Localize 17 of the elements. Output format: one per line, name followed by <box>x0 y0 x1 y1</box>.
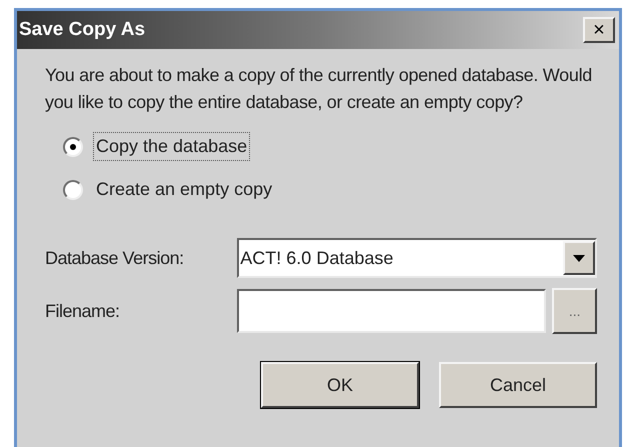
radio-label: Create an empty copy <box>95 178 274 201</box>
window-title: Save Copy As <box>19 18 146 42</box>
caret-icon <box>573 254 585 262</box>
version-dropdown[interactable]: ACT! 6.0 Database <box>237 238 597 278</box>
dialog-button[interactable]: OK <box>261 362 419 408</box>
message-text: You are about to make a copy of the currently opened database. Would you like to copy the entire database, or create an empty copy? <box>45 64 593 114</box>
close-button[interactable]: × <box>583 17 615 43</box>
filename-field[interactable] <box>236 289 546 333</box>
radio-label: Copy the database <box>93 132 250 161</box>
field-label: Filename: <box>45 300 121 322</box>
dropdown-arrow-button[interactable] <box>563 241 595 275</box>
dialog-button[interactable]: Cancel <box>439 362 597 408</box>
radio-button[interactable] <box>63 180 83 200</box>
radio-button[interactable] <box>63 136 83 156</box>
field-label: Database Version: <box>45 246 185 270</box>
dropdown-value: ACT! 6.0 Database <box>239 246 394 270</box>
browse-button[interactable]: ... <box>552 288 598 334</box>
